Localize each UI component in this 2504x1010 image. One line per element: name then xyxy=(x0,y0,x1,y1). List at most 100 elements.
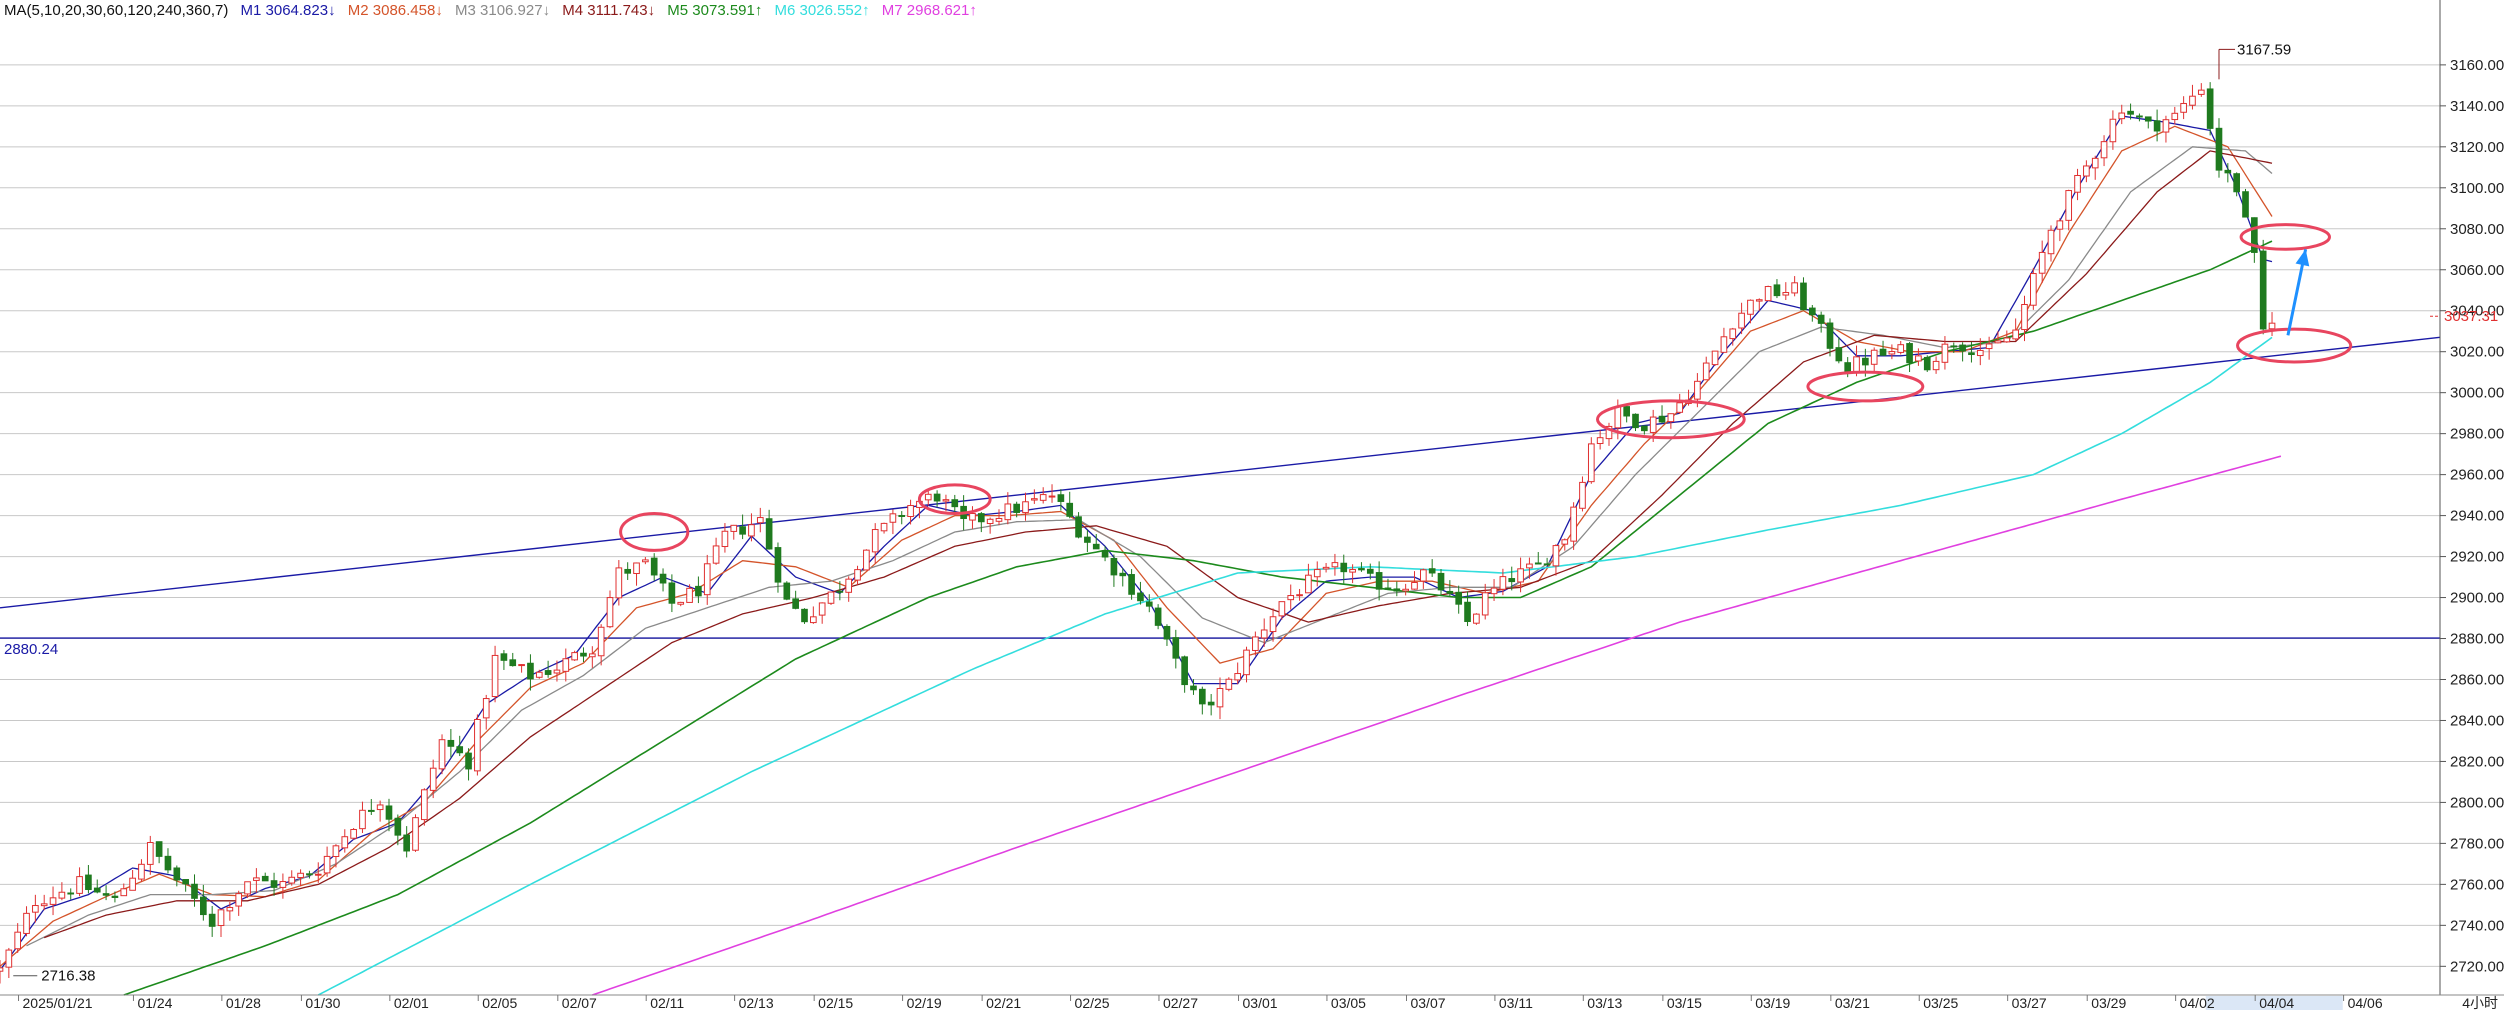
candle-up xyxy=(969,512,976,521)
timeframe-label: 4小时 xyxy=(2462,995,2498,1010)
candle-down xyxy=(2206,88,2214,129)
candle-up xyxy=(1782,292,1790,296)
candle-down xyxy=(544,670,552,675)
candle-up xyxy=(120,888,128,897)
candle-up xyxy=(1941,343,1949,363)
candle-up xyxy=(2012,329,2019,340)
arrow-head xyxy=(2295,249,2310,267)
candle-down xyxy=(173,867,181,881)
x-tick-label: 03/19 xyxy=(1755,995,1790,1010)
x-tick-label: 02/05 xyxy=(482,995,517,1010)
candle-up xyxy=(1517,568,1524,583)
candle-up xyxy=(1791,282,1798,294)
candles xyxy=(0,82,2276,984)
candle-up xyxy=(1481,592,1489,616)
candle-up xyxy=(474,719,481,772)
candle-up xyxy=(2118,112,2126,120)
y-tick-label: 3000.00 xyxy=(2450,385,2504,402)
candle-up xyxy=(244,881,251,895)
candle-down xyxy=(2144,116,2152,122)
x-tick-label: 01/28 xyxy=(226,995,261,1010)
candle-down xyxy=(2127,110,2134,115)
candle-down xyxy=(102,893,110,896)
candle-up xyxy=(845,578,853,593)
candle-up xyxy=(323,855,331,874)
candle-down xyxy=(1340,562,1348,573)
candle-down xyxy=(739,526,746,535)
candle-up xyxy=(1252,636,1259,651)
ma-line-m5 xyxy=(123,240,2273,996)
candle-down xyxy=(1198,688,1206,705)
candle-down xyxy=(1366,568,1374,574)
high-label: 3167.59 xyxy=(2237,41,2291,58)
y-tick-label: 3120.00 xyxy=(2450,139,2504,156)
ma-legend: MA(5,10,20,30,60,120,240,360,7) M1 3064.… xyxy=(4,2,985,19)
candle-up xyxy=(58,891,66,899)
candle-up xyxy=(597,626,605,657)
candle-down xyxy=(1057,494,1065,502)
x-tick-label: 02/07 xyxy=(562,995,597,1010)
candle-down xyxy=(1110,557,1118,576)
y-tick-label: 2840.00 xyxy=(2450,712,2504,729)
candle-up xyxy=(748,524,755,537)
candle-down xyxy=(1906,343,1913,364)
candle-up xyxy=(615,567,623,599)
candle-up xyxy=(1976,349,1984,357)
candle-up xyxy=(14,931,22,950)
candle-up xyxy=(1764,286,1772,302)
y-tick-label: 3020.00 xyxy=(2450,344,2504,361)
candle-up xyxy=(2065,190,2073,221)
candle-up xyxy=(350,829,357,839)
candle-up xyxy=(5,949,13,968)
candle-up xyxy=(730,524,738,532)
candle-up xyxy=(1031,498,1038,501)
candle-down xyxy=(1817,314,1825,324)
candle-down xyxy=(93,887,101,893)
candle-up xyxy=(1932,360,1940,371)
candle-up xyxy=(2091,157,2099,169)
candle-up xyxy=(1260,629,1268,639)
candle-up xyxy=(677,601,685,605)
candle-down xyxy=(695,585,702,597)
candle-up xyxy=(2189,95,2196,106)
candle-up xyxy=(2038,251,2046,274)
y-tick-label: 2740.00 xyxy=(2450,917,2504,934)
candle-down xyxy=(200,896,207,916)
y-tick-label: 2820.00 xyxy=(2450,753,2504,770)
candle-down xyxy=(1508,578,1516,583)
candle-up xyxy=(571,652,578,661)
candle-up xyxy=(138,863,145,880)
candle-up xyxy=(1313,569,1321,578)
candle-down xyxy=(1163,625,1171,640)
candle-up xyxy=(2268,322,2276,330)
candle-up xyxy=(1216,687,1224,708)
candle-down xyxy=(85,874,92,891)
candle-down xyxy=(1393,588,1401,592)
y-tick-label: 3140.00 xyxy=(2450,98,2504,115)
candle-up xyxy=(1711,350,1719,366)
candle-up xyxy=(2100,141,2108,159)
candle-up xyxy=(297,872,304,879)
candle-up xyxy=(1473,613,1480,624)
candle-up xyxy=(633,562,640,575)
candle-up xyxy=(712,545,720,564)
candle-up xyxy=(1738,312,1745,329)
x-tick-label: 02/27 xyxy=(1163,995,1198,1010)
x-tick-label: 02/21 xyxy=(986,995,1021,1010)
candle-up xyxy=(986,518,994,525)
x-tick-label: 03/13 xyxy=(1587,995,1622,1010)
candle-up xyxy=(1305,574,1312,594)
candle-up xyxy=(703,563,711,596)
candle-down xyxy=(624,568,632,574)
candle-up xyxy=(1322,566,1330,570)
candle-up xyxy=(226,907,234,912)
candle-down xyxy=(509,659,517,667)
y-tick-label: 2860.00 xyxy=(2450,671,2504,688)
ma-legend-m6: M6 3026.552↑ xyxy=(774,2,870,19)
candle-up xyxy=(32,905,39,913)
hline-value-label: 2880.24 xyxy=(4,641,58,658)
candle-up xyxy=(421,789,428,821)
x-tick-label: 02/13 xyxy=(739,995,774,1010)
ma-legend-m1: M1 3064.823↓ xyxy=(240,2,336,19)
candle-down xyxy=(1145,601,1153,607)
